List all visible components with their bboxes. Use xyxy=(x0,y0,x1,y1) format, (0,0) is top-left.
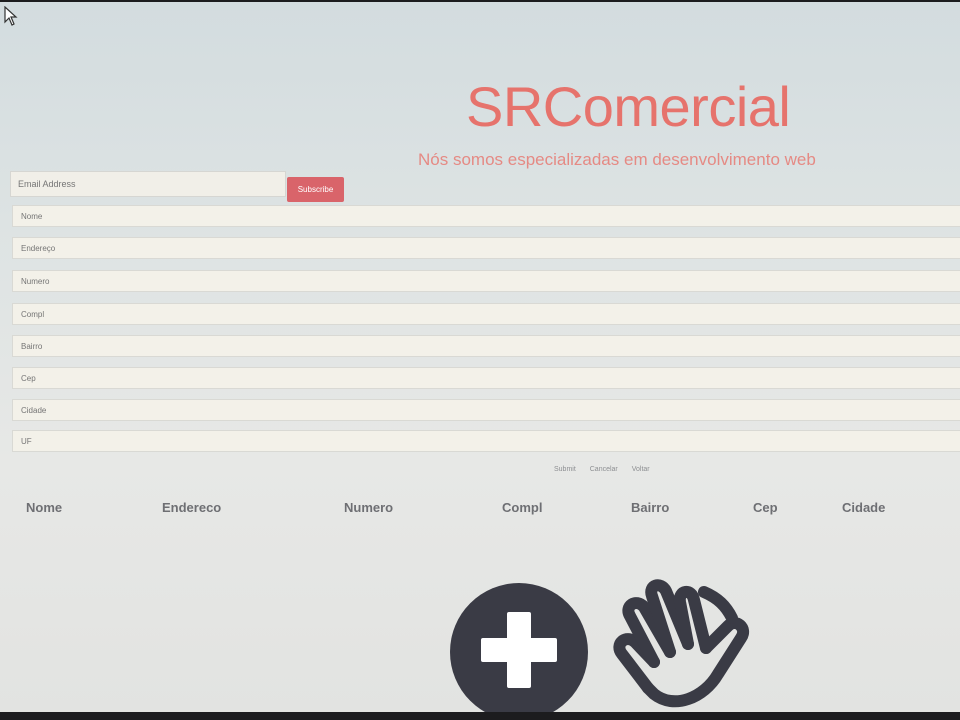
submit-link[interactable]: Submit xyxy=(554,466,576,473)
form-actions: Submit Cancelar Voltar xyxy=(554,466,662,473)
compl-input[interactable] xyxy=(12,303,960,325)
brand-title: SRComercial xyxy=(466,75,791,138)
header-cidade: Cidade xyxy=(842,500,886,515)
numero-input[interactable] xyxy=(12,270,960,292)
add-button[interactable] xyxy=(449,582,589,714)
header-nome: Nome xyxy=(26,500,63,515)
wave-button[interactable] xyxy=(608,576,770,714)
header-endereco: Endereco xyxy=(162,500,222,515)
mouse-pointer-icon xyxy=(4,6,18,26)
back-link[interactable]: Voltar xyxy=(632,466,650,473)
endereco-input[interactable] xyxy=(12,237,960,259)
uf-input[interactable] xyxy=(12,430,960,452)
header-bairro: Bairro xyxy=(631,500,670,515)
header-numero: Numero xyxy=(344,500,394,515)
bairro-input[interactable] xyxy=(12,335,960,357)
header-cep: Cep xyxy=(753,500,778,515)
waving-hand-icon xyxy=(613,579,750,708)
cep-input[interactable] xyxy=(12,367,960,389)
cancel-link[interactable]: Cancelar xyxy=(590,466,618,473)
email-address-input[interactable] xyxy=(10,171,286,197)
cidade-input[interactable] xyxy=(12,399,960,421)
app-screen: SRComercial Nós somos especializadas em … xyxy=(0,2,960,714)
newsletter-form: Subscribe xyxy=(10,171,344,202)
plus-circle-icon xyxy=(450,583,588,714)
brand-tagline: Nós somos especializadas em desenvolvime… xyxy=(418,150,816,169)
header-compl: Compl xyxy=(502,500,543,515)
nome-input[interactable] xyxy=(12,205,960,227)
monitor-bezel xyxy=(0,712,960,720)
subscribe-button[interactable]: Subscribe xyxy=(287,177,344,202)
